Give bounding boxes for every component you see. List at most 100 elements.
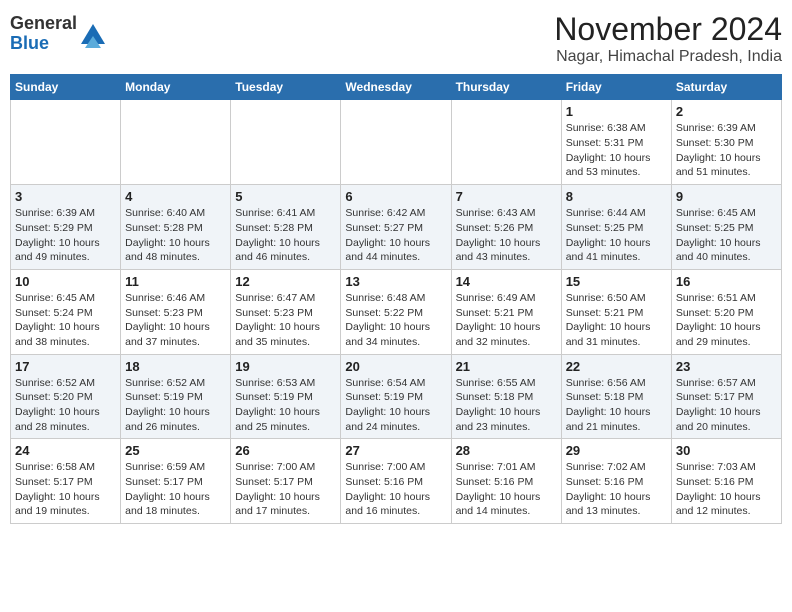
day-number: 19 xyxy=(235,359,336,374)
day-number: 29 xyxy=(566,443,667,458)
day-of-week-header: Saturday xyxy=(671,75,781,100)
calendar-week-row: 17 Sunrise: 6:52 AM Sunset: 5:20 PM Dayli… xyxy=(11,354,782,439)
day-info: Sunrise: 6:59 AM Sunset: 5:17 PM Dayligh… xyxy=(125,460,226,519)
title-block: November 2024 Nagar, Himachal Pradesh, I… xyxy=(554,10,782,66)
calendar-day-cell: 1Sunrise: 6:38 AM Sunset: 5:31 PM Daylig… xyxy=(561,100,671,185)
calendar-day-cell: 16 Sunrise: 6:51 AM Sunset: 5:20 PM Dayli… xyxy=(671,269,781,354)
day-number: 26 xyxy=(235,443,336,458)
day-number: 9 xyxy=(676,189,777,204)
day-number: 15 xyxy=(566,274,667,289)
calendar-day-cell: 18Sunrise: 6:52 AM Sunset: 5:19 PM Dayli… xyxy=(121,354,231,439)
calendar-day-cell: 8 Sunrise: 6:44 AM Sunset: 5:25 PM Daylig… xyxy=(561,185,671,270)
day-number: 5 xyxy=(235,189,336,204)
calendar-day-cell: 2Sunrise: 6:39 AM Sunset: 5:30 PM Daylig… xyxy=(671,100,781,185)
calendar-day-cell: 9 Sunrise: 6:45 AM Sunset: 5:25 PM Daylig… xyxy=(671,185,781,270)
day-of-week-header: Tuesday xyxy=(231,75,341,100)
day-number: 14 xyxy=(456,274,557,289)
calendar-day-cell: 24 Sunrise: 6:58 AM Sunset: 5:17 PM Dayli… xyxy=(11,439,121,524)
day-number: 6 xyxy=(345,189,446,204)
day-number: 25 xyxy=(125,443,226,458)
calendar-day-cell xyxy=(121,100,231,185)
day-info: Sunrise: 6:51 AM Sunset: 5:20 PM Dayligh… xyxy=(676,291,777,350)
day-info: Sunrise: 6:52 AM Sunset: 5:20 PM Dayligh… xyxy=(15,376,116,435)
day-number: 1 xyxy=(566,104,667,119)
logo-general: General xyxy=(10,13,77,33)
day-number: 20 xyxy=(345,359,446,374)
calendar-day-cell: 28Sunrise: 7:01 AM Sunset: 5:16 PM Dayli… xyxy=(451,439,561,524)
logo-icon xyxy=(77,20,109,48)
day-info: Sunrise: 6:52 AM Sunset: 5:19 PM Dayligh… xyxy=(125,376,226,435)
day-info: Sunrise: 7:02 AM Sunset: 5:16 PM Dayligh… xyxy=(566,460,667,519)
calendar-day-cell: 17 Sunrise: 6:52 AM Sunset: 5:20 PM Dayli… xyxy=(11,354,121,439)
day-number: 11 xyxy=(125,274,226,289)
calendar-day-cell: 12 Sunrise: 6:47 AM Sunset: 5:23 PM Dayli… xyxy=(231,269,341,354)
day-info: Sunrise: 6:47 AM Sunset: 5:23 PM Dayligh… xyxy=(235,291,336,350)
calendar-header-row: SundayMondayTuesdayWednesdayThursdayFrid… xyxy=(11,75,782,100)
calendar-day-cell: 26 Sunrise: 7:00 AM Sunset: 5:17 PM Dayli… xyxy=(231,439,341,524)
day-info: Sunrise: 6:57 AM Sunset: 5:17 PM Dayligh… xyxy=(676,376,777,435)
day-of-week-header: Wednesday xyxy=(341,75,451,100)
month-title: November 2024 xyxy=(554,10,782,48)
calendar-day-cell xyxy=(231,100,341,185)
day-info: Sunrise: 6:44 AM Sunset: 5:25 PM Dayligh… xyxy=(566,206,667,265)
day-number: 3 xyxy=(15,189,116,204)
calendar-day-cell: 30Sunrise: 7:03 AM Sunset: 5:16 PM Dayli… xyxy=(671,439,781,524)
calendar-day-cell: 6 Sunrise: 6:42 AM Sunset: 5:27 PM Daylig… xyxy=(341,185,451,270)
day-of-week-header: Sunday xyxy=(11,75,121,100)
day-number: 2 xyxy=(676,104,777,119)
day-info: Sunrise: 7:00 AM Sunset: 5:16 PM Dayligh… xyxy=(345,460,446,519)
calendar-week-row: 10Sunrise: 6:45 AM Sunset: 5:24 PM Dayli… xyxy=(11,269,782,354)
calendar-day-cell xyxy=(341,100,451,185)
calendar-day-cell: 13Sunrise: 6:48 AM Sunset: 5:22 PM Dayli… xyxy=(341,269,451,354)
calendar-day-cell: 7 Sunrise: 6:43 AM Sunset: 5:26 PM Daylig… xyxy=(451,185,561,270)
day-of-week-header: Thursday xyxy=(451,75,561,100)
logo-blue: Blue xyxy=(10,33,49,53)
day-number: 12 xyxy=(235,274,336,289)
calendar-table: SundayMondayTuesdayWednesdayThursdayFrid… xyxy=(10,74,782,524)
calendar-day-cell: 15 Sunrise: 6:50 AM Sunset: 5:21 PM Dayli… xyxy=(561,269,671,354)
calendar-day-cell xyxy=(11,100,121,185)
day-info: Sunrise: 6:53 AM Sunset: 5:19 PM Dayligh… xyxy=(235,376,336,435)
calendar-week-row: 3 Sunrise: 6:39 AM Sunset: 5:29 PM Daylig… xyxy=(11,185,782,270)
calendar-day-cell: 3 Sunrise: 6:39 AM Sunset: 5:29 PM Daylig… xyxy=(11,185,121,270)
day-info: Sunrise: 6:39 AM Sunset: 5:29 PM Dayligh… xyxy=(15,206,116,265)
day-info: Sunrise: 7:00 AM Sunset: 5:17 PM Dayligh… xyxy=(235,460,336,519)
calendar-day-cell xyxy=(451,100,561,185)
day-number: 21 xyxy=(456,359,557,374)
day-number: 8 xyxy=(566,189,667,204)
day-info: Sunrise: 6:58 AM Sunset: 5:17 PM Dayligh… xyxy=(15,460,116,519)
logo: General Blue xyxy=(10,14,109,54)
day-number: 17 xyxy=(15,359,116,374)
calendar-day-cell: 21Sunrise: 6:55 AM Sunset: 5:18 PM Dayli… xyxy=(451,354,561,439)
day-info: Sunrise: 6:41 AM Sunset: 5:28 PM Dayligh… xyxy=(235,206,336,265)
day-number: 23 xyxy=(676,359,777,374)
calendar-day-cell: 25 Sunrise: 6:59 AM Sunset: 5:17 PM Dayli… xyxy=(121,439,231,524)
calendar-day-cell: 20 Sunrise: 6:54 AM Sunset: 5:19 PM Dayli… xyxy=(341,354,451,439)
day-info: Sunrise: 6:48 AM Sunset: 5:22 PM Dayligh… xyxy=(345,291,446,350)
day-number: 16 xyxy=(676,274,777,289)
calendar-day-cell: 10Sunrise: 6:45 AM Sunset: 5:24 PM Dayli… xyxy=(11,269,121,354)
calendar-day-cell: 22 Sunrise: 6:56 AM Sunset: 5:18 PM Dayli… xyxy=(561,354,671,439)
day-of-week-header: Monday xyxy=(121,75,231,100)
day-info: Sunrise: 6:50 AM Sunset: 5:21 PM Dayligh… xyxy=(566,291,667,350)
calendar-day-cell: 5 Sunrise: 6:41 AM Sunset: 5:28 PM Daylig… xyxy=(231,185,341,270)
day-info: Sunrise: 6:45 AM Sunset: 5:24 PM Dayligh… xyxy=(15,291,116,350)
day-info: Sunrise: 6:43 AM Sunset: 5:26 PM Dayligh… xyxy=(456,206,557,265)
day-number: 22 xyxy=(566,359,667,374)
day-number: 7 xyxy=(456,189,557,204)
day-number: 24 xyxy=(15,443,116,458)
day-info: Sunrise: 6:54 AM Sunset: 5:19 PM Dayligh… xyxy=(345,376,446,435)
day-number: 4 xyxy=(125,189,226,204)
page-header: General Blue November 2024 Nagar, Himach… xyxy=(10,10,782,66)
day-info: Sunrise: 6:40 AM Sunset: 5:28 PM Dayligh… xyxy=(125,206,226,265)
day-info: Sunrise: 6:56 AM Sunset: 5:18 PM Dayligh… xyxy=(566,376,667,435)
day-info: Sunrise: 7:01 AM Sunset: 5:16 PM Dayligh… xyxy=(456,460,557,519)
calendar-day-cell: 19 Sunrise: 6:53 AM Sunset: 5:19 PM Dayli… xyxy=(231,354,341,439)
day-info: Sunrise: 6:45 AM Sunset: 5:25 PM Dayligh… xyxy=(676,206,777,265)
day-info: Sunrise: 6:42 AM Sunset: 5:27 PM Dayligh… xyxy=(345,206,446,265)
calendar-week-row: 1Sunrise: 6:38 AM Sunset: 5:31 PM Daylig… xyxy=(11,100,782,185)
calendar-week-row: 24 Sunrise: 6:58 AM Sunset: 5:17 PM Dayli… xyxy=(11,439,782,524)
location-subtitle: Nagar, Himachal Pradesh, India xyxy=(554,48,782,66)
calendar-day-cell: 23 Sunrise: 6:57 AM Sunset: 5:17 PM Dayli… xyxy=(671,354,781,439)
day-number: 30 xyxy=(676,443,777,458)
